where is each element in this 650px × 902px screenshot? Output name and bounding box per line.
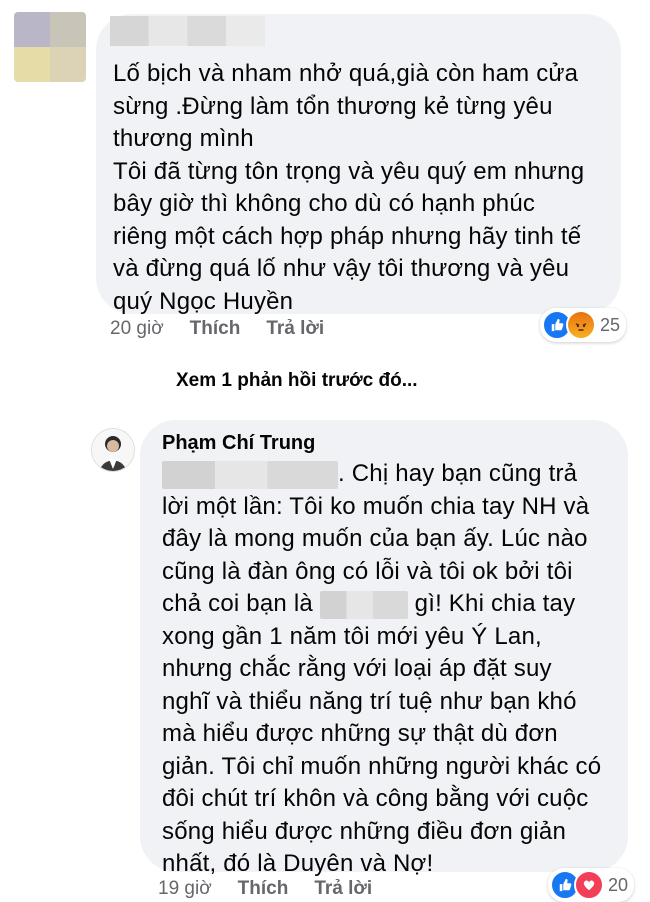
blurred-mention	[162, 460, 338, 489]
like-button[interactable]: Thích	[238, 878, 289, 900]
reply-line: chả coi bạn là gì! Khi chia tay	[162, 590, 576, 619]
reaction-summary[interactable]: 20	[548, 868, 635, 902]
reply-line: giản. Tôi chỉ muốn những người khác có	[162, 752, 602, 780]
comment-line: quý Ngọc Huyền	[113, 287, 294, 315]
reply-actions: 19 giờ Thích Trả lời	[158, 878, 372, 900]
comment-line: Lố bịch và nham nhở quá,già còn ham cửa	[113, 60, 579, 87]
reply-line: nhưng chắc rằng với loại áp đặt suy	[162, 655, 552, 682]
pixelated-avatar[interactable]	[14, 12, 86, 82]
reply-line: nghĩ và thiểu năng trí tuệ như bạn khó	[162, 687, 577, 715]
comment-text: Lố bịch và nham nhở quá,già còn ham cửa …	[113, 58, 613, 318]
timestamp[interactable]: 19 giờ	[158, 878, 212, 900]
comment-line: thương mình	[113, 125, 254, 152]
reply-line: xong gần 1 năm tôi mới yêu Ý Lan,	[162, 622, 542, 650]
angry-icon	[566, 310, 596, 340]
view-previous-replies-link[interactable]: Xem 1 phản hồi trước đó...	[176, 370, 418, 392]
reaction-summary[interactable]: 25	[540, 308, 627, 342]
comment-line: riêng một cách hợp pháp nhưng hãy tinh t…	[113, 222, 582, 250]
reply-line: lời một lần: Tôi ko muốn chia tay NH và	[162, 492, 590, 520]
reaction-count: 25	[600, 314, 621, 335]
reply-line: . Chị hay bạn cũng trả	[162, 458, 622, 491]
comment-actions: 20 giờ Thích Trả lời	[110, 318, 324, 340]
avatar-image	[92, 429, 134, 471]
author-name[interactable]: Phạm Chí Trung	[162, 432, 315, 455]
comment-line: bây giờ thì không cho dù có hạnh phúc	[113, 190, 536, 217]
love-icon	[574, 870, 604, 900]
reply-button[interactable]: Trả lời	[266, 318, 324, 340]
reply-line: đây là mong muốn của bạn ấy. Lúc nào	[162, 525, 588, 552]
like-button[interactable]: Thích	[190, 318, 241, 340]
author-avatar[interactable]	[91, 428, 135, 472]
reaction-count: 20	[608, 874, 629, 895]
comment-line: Tôi đã từng tôn trọng và yêu quý em nhưn…	[113, 157, 585, 185]
comment-line: sừng .Đừng làm tổn thương kẻ từng yêu	[113, 92, 553, 120]
reply-line: cũng là đàn ông có lỗi và tôi ok bởi tôi	[162, 557, 573, 585]
reply-button[interactable]: Trả lời	[314, 878, 372, 900]
blurred-word	[319, 590, 408, 619]
reply-line: sống hiểu được những điều đơn giản	[162, 817, 567, 845]
reply-line: đôi chút trí khôn và công bằng với cuộc	[162, 785, 589, 812]
reply-line: mà hiểu được những sự thật dù đơn	[162, 720, 558, 747]
comment-line: và đừng quá lố như vậy tôi thương và yêu	[113, 255, 570, 282]
blurred-author-name	[110, 16, 265, 46]
timestamp[interactable]: 20 giờ	[110, 318, 164, 340]
reply-text: . Chị hay bạn cũng trả lời một lần: Tôi …	[162, 458, 622, 881]
